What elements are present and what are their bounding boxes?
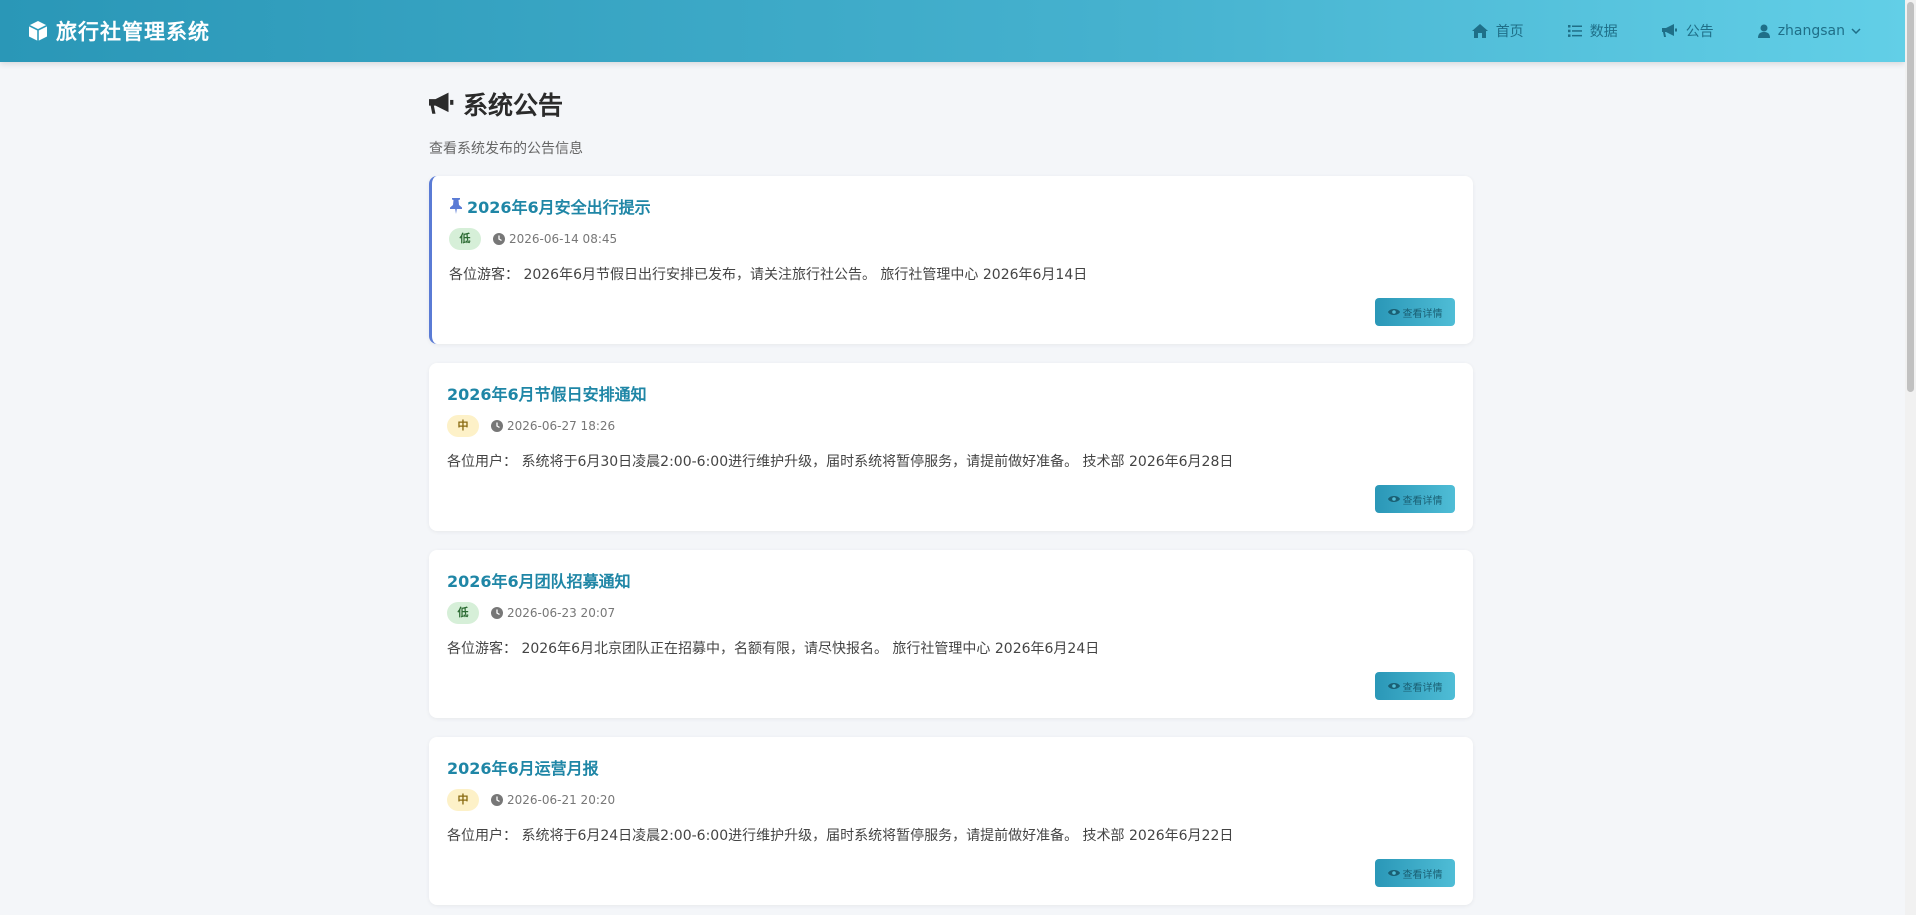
user-icon (1757, 24, 1770, 38)
notice-card: 2026年6月运营月报 中 2026-06-21 20:20 各位用户： 系统将… (429, 737, 1473, 905)
view-detail-label: 查看详情 (1402, 495, 1443, 507)
chevron-down-icon (1851, 28, 1861, 34)
priority-badge: 低 (447, 602, 479, 624)
view-detail-label: 查看详情 (1402, 869, 1443, 881)
page-title: 系统公告 (429, 86, 1473, 122)
clock-icon (491, 607, 503, 619)
notice-title[interactable]: 2026年6月团队招募通知 (447, 568, 631, 592)
view-detail-label: 查看详情 (1402, 682, 1443, 694)
app-title: 旅行社管理系统 (56, 20, 210, 44)
nav-home-label: 首页 (1495, 24, 1524, 40)
notice-meta: 低 2026-06-23 20:07 (447, 602, 615, 624)
page-title-text: 系统公告 (463, 91, 564, 120)
user-menu[interactable]: zhangsan (1757, 23, 1861, 39)
nav-links: 首页 数据 公告 zhangsan (1428, 0, 1861, 62)
view-detail-button[interactable]: 查看详情 (1375, 298, 1455, 326)
notice-card: 2026年6月安全出行提示 低 2026-06-14 08:45 各位游客： 2… (429, 176, 1473, 344)
clock-icon (491, 420, 503, 432)
main-content: 系统公告 查看系统发布的公告信息 (429, 62, 1473, 158)
pin-icon (449, 198, 463, 214)
notice-time-text: 2026-06-27 18:26 (507, 419, 616, 433)
priority-badge: 低 (449, 228, 481, 250)
nav-home[interactable]: 首页 (1471, 21, 1524, 41)
page-subtitle: 查看系统发布的公告信息 (429, 141, 583, 157)
notice-content: 各位用户： 系统将于6月30日凌晨2:00-6:00进行维护升级，届时系统将暂停… (447, 454, 1234, 470)
notice-title[interactable]: 2026年6月运营月报 (447, 755, 599, 779)
eye-icon (1387, 683, 1400, 689)
cube-icon (26, 19, 50, 43)
notice-time-text: 2026-06-21 20:20 (507, 793, 616, 807)
notice-time: 2026-06-27 18:26 (491, 419, 615, 433)
notice-content: 各位用户： 系统将于6月24日凌晨2:00-6:00进行维护升级，届时系统将暂停… (447, 828, 1234, 844)
eye-icon (1387, 496, 1400, 502)
eye-icon (1387, 870, 1400, 876)
notice-time: 2026-06-21 20:20 (491, 793, 615, 807)
list-icon (1567, 25, 1582, 37)
view-detail-button[interactable]: 查看详情 (1375, 485, 1455, 513)
megaphone-icon (429, 92, 454, 114)
notice-meta: 中 2026-06-27 18:26 (447, 415, 615, 437)
notice-card: 2026年6月团队招募通知 低 2026-06-23 20:07 各位游客： 2… (429, 550, 1473, 718)
page-scrollbar[interactable] (1905, 0, 1916, 915)
notice-content: 各位游客： 2026年6月节假日出行安排已发布，请关注旅行社公告。 旅行社管理中… (449, 267, 1088, 283)
notice-title-text: 2026年6月安全出行提示 (467, 198, 651, 217)
megaphone-icon (1661, 24, 1677, 37)
view-detail-label: 查看详情 (1402, 308, 1443, 320)
top-navbar: 旅行社管理系统 首页 数据 公告 zhangsan (0, 0, 1905, 62)
nav-data[interactable]: 数据 (1567, 21, 1618, 41)
app-brand[interactable]: 旅行社管理系统 (26, 16, 210, 46)
notice-time: 2026-06-14 08:45 (493, 232, 617, 246)
notice-title-text: 2026年6月节假日安排通知 (447, 385, 647, 404)
notice-title-text: 2026年6月运营月报 (447, 759, 599, 778)
notice-title[interactable]: 2026年6月安全出行提示 (449, 194, 651, 218)
notice-time-text: 2026-06-23 20:07 (507, 606, 616, 620)
user-name: zhangsan (1777, 23, 1845, 39)
notice-meta: 中 2026-06-21 20:20 (447, 789, 615, 811)
notice-content: 各位游客： 2026年6月北京团队正在招募中，名额有限，请尽快报名。 旅行社管理… (447, 641, 1100, 657)
notice-time: 2026-06-23 20:07 (491, 606, 615, 620)
view-detail-button[interactable]: 查看详情 (1375, 859, 1455, 887)
clock-icon (491, 794, 503, 806)
nav-data-label: 数据 (1589, 24, 1618, 40)
priority-badge: 中 (447, 789, 479, 811)
priority-badge: 中 (447, 415, 479, 437)
eye-icon (1387, 309, 1400, 315)
home-icon (1471, 24, 1488, 38)
notice-time-text: 2026-06-14 08:45 (509, 232, 618, 246)
notice-meta: 低 2026-06-14 08:45 (449, 228, 617, 250)
clock-icon (493, 233, 505, 245)
view-detail-button[interactable]: 查看详情 (1375, 672, 1455, 700)
notice-title[interactable]: 2026年6月节假日安排通知 (447, 381, 647, 405)
nav-notice-label: 公告 (1685, 24, 1714, 40)
notice-card: 2026年6月节假日安排通知 中 2026-06-27 18:26 各位用户： … (429, 363, 1473, 531)
nav-notice[interactable]: 公告 (1661, 21, 1714, 41)
notice-title-text: 2026年6月团队招募通知 (447, 572, 631, 591)
scrollbar-thumb[interactable] (1907, 2, 1914, 392)
